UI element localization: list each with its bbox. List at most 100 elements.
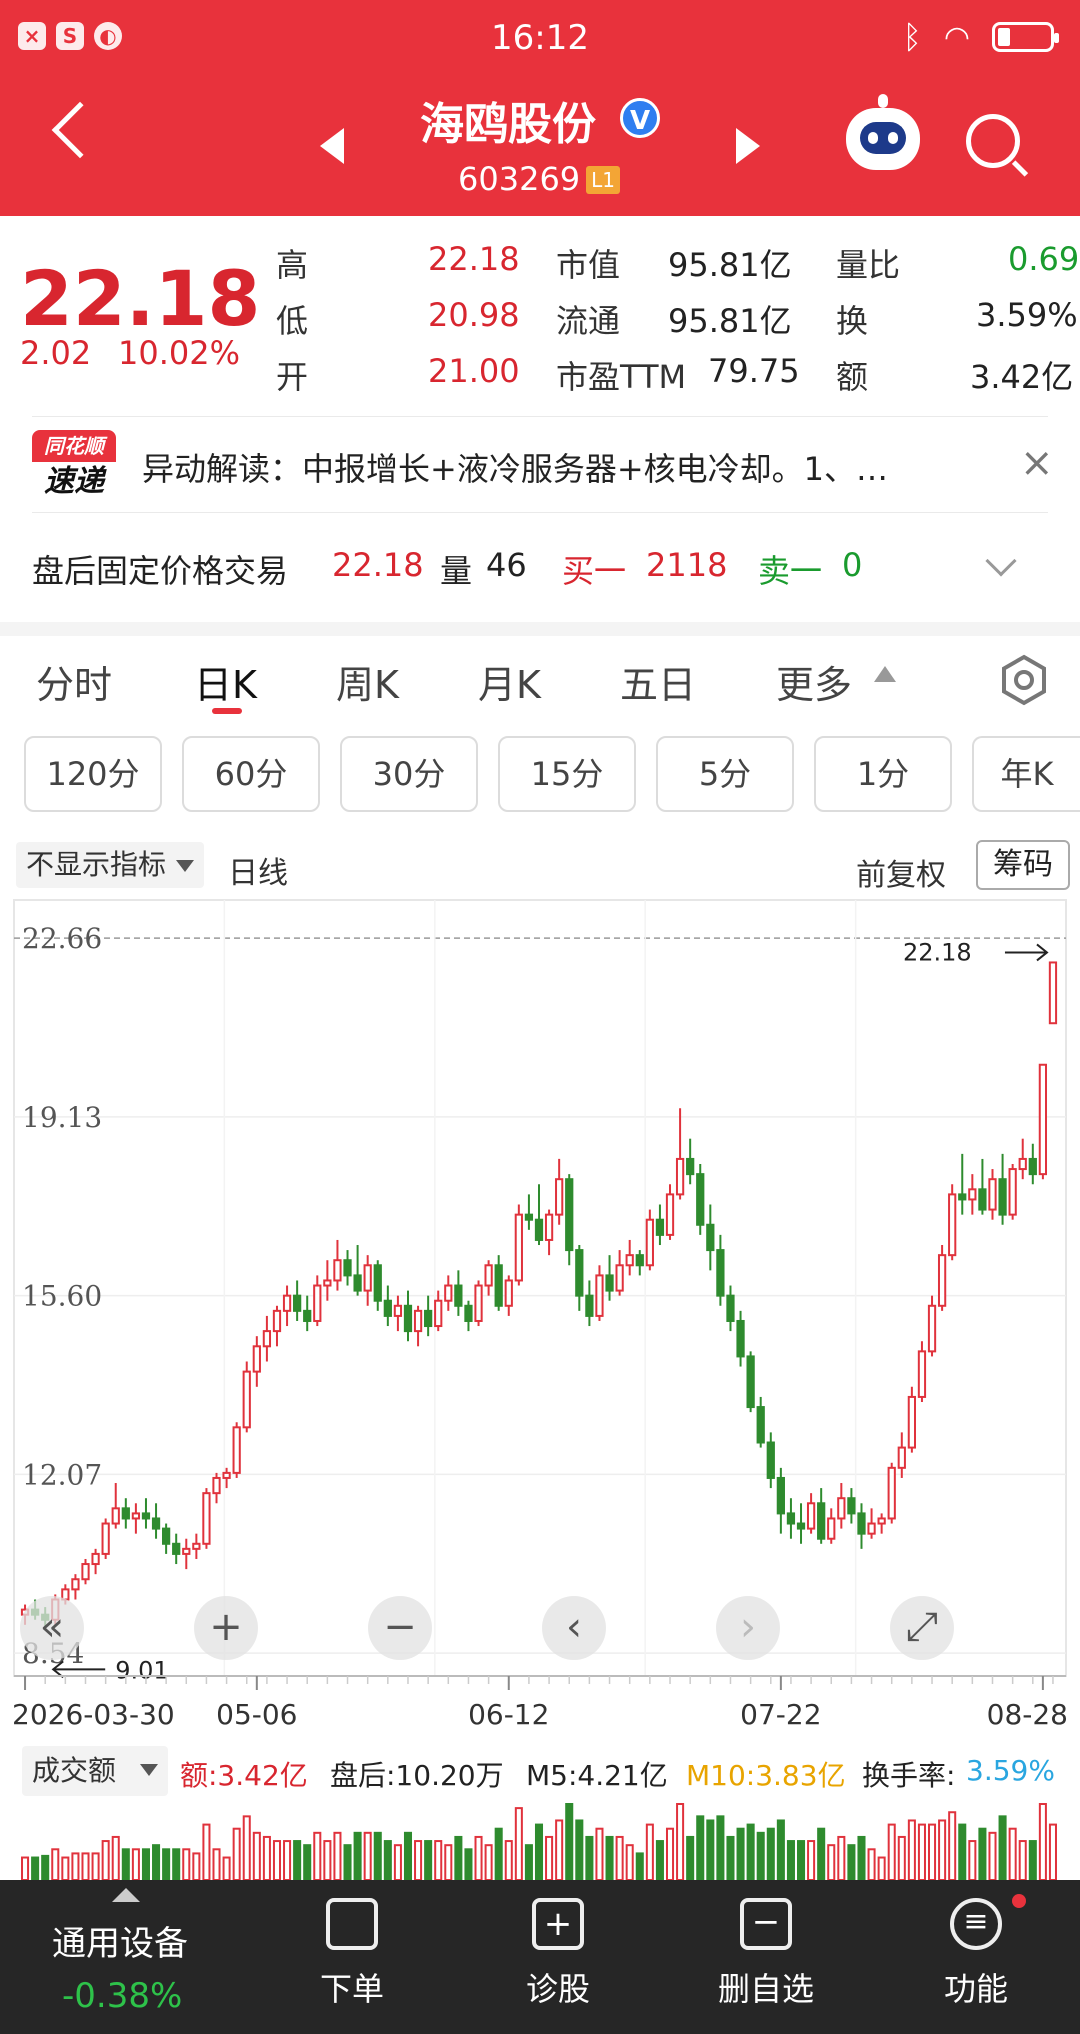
candle-body (726, 1294, 735, 1322)
volume-bar (988, 1831, 997, 1880)
high-label: 高 (276, 246, 309, 284)
news-banner[interactable]: 同花顺 速递 异动解读：中报增长+液冷服务器+核电冷却。1、… × (0, 418, 1080, 514)
chip-5min[interactable]: 5分 (656, 736, 794, 812)
volume-indicator-select[interactable]: 成交额 (22, 1746, 168, 1796)
indicator-select[interactable]: 不显示指标 (16, 842, 204, 888)
volume-panel: 成交额 额:3.42亿 盘后:10.20万 M5:4.21亿 M10:3.83亿… (0, 1736, 1080, 1880)
tab-daily-k[interactable]: 日K (194, 654, 257, 709)
zoom-out-icon[interactable]: − (368, 1596, 432, 1660)
minute-period-chips: 120分 60分 30分 15分 5分 1分 年K (0, 736, 1080, 826)
fullscreen-icon[interactable]: ⤢ (890, 1596, 954, 1660)
candle-body (998, 1178, 1007, 1216)
candle-body (988, 1178, 997, 1211)
chip-15min[interactable]: 15分 (498, 736, 636, 812)
candle-body (1028, 1157, 1037, 1176)
active-tab-indicator (212, 708, 242, 714)
remove-watchlist-button[interactable]: − 删自选 (686, 1898, 846, 2028)
sector-name[interactable]: 通用设备 (52, 1916, 188, 1965)
candle-body (605, 1274, 614, 1292)
candle-body (504, 1279, 513, 1307)
function-button[interactable]: ≡ 功能 (896, 1894, 1056, 2028)
volume-bar (938, 1819, 947, 1880)
candle-body (282, 1294, 292, 1312)
volume-bar (414, 1840, 423, 1880)
price-change-pct: 10.02% (118, 334, 241, 372)
pan-left-icon[interactable]: ‹ (542, 1596, 606, 1660)
tab-intraday[interactable]: 分时 (36, 654, 112, 709)
chip-60min[interactable]: 60分 (182, 736, 320, 812)
candle-body (937, 1254, 947, 1307)
notification-dot (1012, 1894, 1026, 1908)
chip-distribution-button[interactable]: 筹码 (976, 840, 1070, 890)
candle-body (575, 1249, 584, 1297)
wifi-icon: ◠ (943, 19, 970, 55)
tab-monthly-k[interactable]: 月K (478, 654, 541, 709)
sector-change: -0.38% (62, 1976, 183, 2016)
after-hours-row[interactable]: 盘后固定价格交易 22.18 量 46 买一 2118 卖一 0 (0, 514, 1080, 622)
candle-body (242, 1370, 251, 1429)
prev-stock-icon[interactable] (320, 128, 344, 164)
pan-right-icon[interactable]: › (716, 1596, 780, 1660)
settings-hex-icon[interactable] (998, 654, 1050, 706)
volume-m5: M5:4.21亿 (526, 1759, 668, 1792)
after-hours-vol: 46 (486, 546, 527, 584)
volume-bar (152, 1844, 161, 1880)
volume-bar (232, 1827, 241, 1880)
level-badge: L1 (586, 166, 620, 194)
candle-body (182, 1547, 191, 1555)
volume-bar (726, 1835, 735, 1880)
volume-bar (434, 1840, 443, 1880)
candle-body (101, 1522, 110, 1555)
volume-bar (706, 1819, 715, 1880)
chip-1min[interactable]: 1分 (814, 736, 952, 812)
candle-body (645, 1218, 654, 1267)
chip-yearly-k[interactable]: 年K (972, 736, 1080, 812)
candle-body (796, 1522, 806, 1530)
bid-label: 买一 (562, 552, 627, 590)
menu-icon: ≡ (950, 1898, 1002, 1950)
candle-body (655, 1218, 665, 1236)
tab-five-day[interactable]: 五日 (620, 654, 696, 709)
chip-30min[interactable]: 30分 (340, 736, 478, 812)
caret-up-icon[interactable] (112, 1888, 140, 1902)
zoom-in-icon[interactable]: + (194, 1596, 258, 1660)
volume-bar (958, 1823, 967, 1880)
scroll-left-icon[interactable]: « (20, 1596, 84, 1660)
volume-bar (121, 1848, 130, 1880)
price-adjust-toggle[interactable]: 前复权 (856, 850, 946, 894)
float-cap-value: 95.81亿 (668, 302, 792, 340)
remove-watch-icon: − (740, 1898, 792, 1950)
volume-bar (1018, 1840, 1027, 1880)
volume-bar (524, 1844, 533, 1880)
volume-bar (162, 1848, 171, 1880)
news-headline[interactable]: 异动解读：中报增长+液冷服务器+核电冷却。1、… (142, 444, 962, 490)
candle-body (968, 1188, 977, 1201)
chart-frame (13, 899, 1067, 1677)
volume-bar (978, 1827, 987, 1880)
close-icon[interactable]: × (1020, 440, 1054, 486)
chevron-down-icon[interactable] (985, 545, 1017, 577)
volume-bar (101, 1840, 110, 1880)
caret-up-icon[interactable] (874, 666, 896, 682)
candle-body (887, 1466, 896, 1520)
candle-body (756, 1406, 765, 1444)
volume-bar (222, 1856, 231, 1880)
tab-weekly-k[interactable]: 周K (336, 654, 399, 709)
candle-body (172, 1542, 181, 1555)
volume-m10: M10:3.83亿 (686, 1759, 846, 1792)
volume-bar (897, 1835, 906, 1880)
candle-body (706, 1223, 715, 1252)
back-arrow-icon[interactable] (51, 101, 109, 159)
chip-120min[interactable]: 120分 (24, 736, 162, 812)
search-icon[interactable] (966, 114, 1020, 168)
next-stock-icon[interactable] (736, 128, 760, 164)
divider (32, 416, 1048, 417)
tab-more[interactable]: 更多 (776, 654, 852, 709)
volume-bar (1008, 1827, 1017, 1880)
candle-body (403, 1304, 413, 1333)
robot-assistant-icon[interactable] (846, 94, 920, 170)
order-button[interactable]: 下单 (272, 1898, 432, 2028)
diagnose-button[interactable]: + 诊股 (478, 1898, 638, 2028)
candle-body (353, 1274, 362, 1292)
kline-chart[interactable]: 22.6619.1315.6012.078.5422.189.012026-03… (0, 896, 1080, 1736)
